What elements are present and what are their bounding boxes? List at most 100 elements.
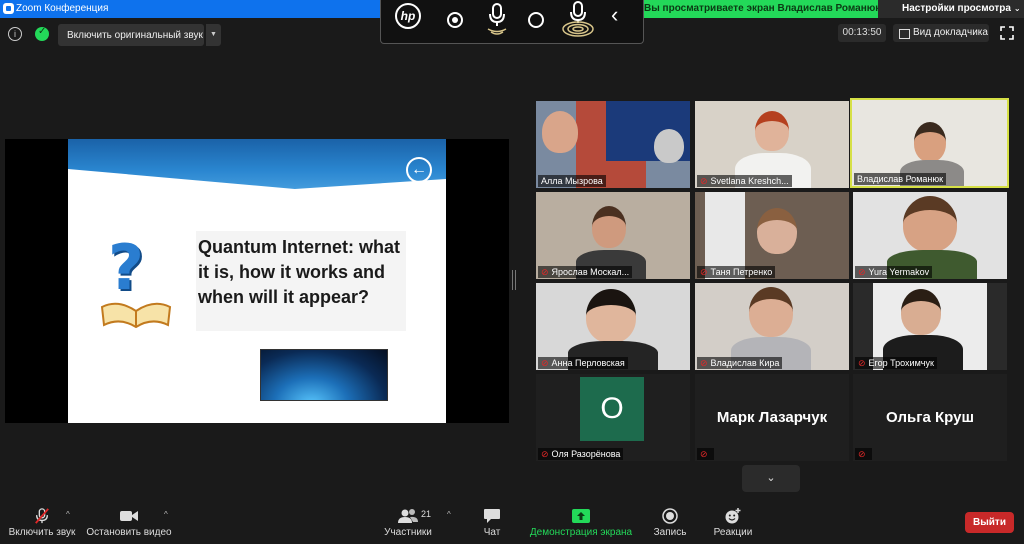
- participants-count: 21: [421, 509, 432, 519]
- participant-display-name: Марк Лазарчук: [716, 409, 828, 426]
- participant-tile[interactable]: Марк Лазарчук ⊘: [695, 374, 849, 461]
- participant-tile[interactable]: ⊘ Анна Перловская: [536, 283, 690, 370]
- security-shield-icon[interactable]: [35, 26, 49, 41]
- participant-tile[interactable]: Алла Мызрова: [536, 101, 690, 188]
- fullscreen-icon[interactable]: [1000, 26, 1014, 40]
- speaker-view-button[interactable]: Вид докладчика: [893, 24, 989, 42]
- participant-tile-active[interactable]: Владислав Романюк: [850, 98, 1009, 188]
- question-mark-icon: ?: [108, 231, 144, 304]
- participant-tile[interactable]: ⊘ Ярослав Москал...: [536, 192, 690, 279]
- meeting-timer: 00:13:50: [838, 24, 886, 42]
- person: [654, 129, 684, 163]
- muted-mic-icon: ⊘: [541, 267, 549, 277]
- muted-mic-icon: ⊘: [700, 358, 708, 368]
- chevron-down-icon: ⌄: [1013, 4, 1021, 13]
- meeting-toolbar: Включить звук ^ Остановить видео ^ Участ…: [0, 500, 1024, 544]
- leave-meeting-button[interactable]: Выйти: [965, 512, 1014, 533]
- muted-mic-icon: ⊘: [541, 358, 549, 368]
- share-screen-label: Демонстрация экрана: [529, 527, 633, 538]
- chat-button[interactable]: Чат: [474, 500, 510, 544]
- hp-logo: hp: [395, 3, 421, 29]
- record-icon: [662, 508, 678, 524]
- participant-name: ⊘ Yura Yermakov: [855, 266, 933, 278]
- stop-video-button[interactable]: Остановить видео ^: [84, 500, 174, 544]
- muted-mic-icon: ⊘: [541, 449, 549, 459]
- view-options-label: Настройки просмотра: [902, 3, 1011, 14]
- participants-button[interactable]: Участники 21: [380, 500, 436, 544]
- muted-mic-icon: ⊘: [858, 267, 866, 277]
- view-options-button[interactable]: Настройки просмотра ⌄: [878, 0, 1024, 18]
- participant-tile[interactable]: О ⊘ Оля Разорёнова: [536, 374, 690, 461]
- participant-name: ⊘ Анна Перловская: [538, 357, 628, 369]
- participant-tile[interactable]: ⊘ Svetlana Kreshch...: [695, 101, 849, 188]
- shared-screen: ← ? Quantum Internet: what it is, how it…: [5, 139, 509, 423]
- split-divider-handle[interactable]: [512, 270, 516, 290]
- hp-camera-toolbar: hp ‹: [380, 0, 644, 44]
- person: [749, 287, 793, 337]
- participant-name: ⊘: [697, 448, 714, 460]
- window-title: Zoom Конференция: [16, 3, 109, 14]
- participant-name: ⊘ Егор Трохимчук: [855, 357, 937, 369]
- participant-name: ⊘ Таня Петренко: [697, 266, 776, 278]
- circle-icon[interactable]: [528, 12, 544, 28]
- original-sound-dropdown[interactable]: ▼: [205, 24, 221, 46]
- participant-name: ⊘ Svetlana Kreshch...: [697, 175, 792, 187]
- record-label: Запись: [653, 527, 687, 538]
- earth-network-image: [260, 349, 388, 401]
- share-screen-icon: [572, 509, 590, 523]
- participant-name: ⊘ Владислав Кира: [697, 357, 783, 369]
- participant-name: ⊘: [855, 448, 872, 460]
- record-dot-icon[interactable]: [447, 12, 463, 28]
- microphone-array-icon[interactable]: [561, 0, 595, 38]
- participant-name: ⊘ Ярослав Москал...: [538, 266, 633, 278]
- participant-name: Алла Мызрова: [538, 175, 606, 187]
- participant-tile[interactable]: ⊘ Егор Трохимчук: [853, 283, 1007, 370]
- slide-back-arrow-icon: ←: [406, 157, 432, 183]
- stop-video-label: Остановить видео: [86, 527, 172, 538]
- record-button[interactable]: Запись: [650, 500, 690, 544]
- participant-name: ⊘ Оля Разорёнова: [538, 448, 624, 460]
- chevron-up-icon[interactable]: ^: [66, 510, 70, 519]
- person: [592, 206, 626, 248]
- reactions-label: Реакции: [713, 527, 753, 538]
- muted-mic-icon: ⊘: [700, 449, 708, 459]
- unmute-button[interactable]: Включить звук ^: [4, 500, 80, 544]
- muted-mic-icon: ⊘: [858, 358, 866, 368]
- participant-tile[interactable]: ⊘ Yura Yermakov: [853, 192, 1007, 279]
- smiley-plus-icon: [725, 508, 741, 524]
- chevron-up-icon[interactable]: ^: [164, 510, 168, 519]
- participant-tile[interactable]: Ольга Круш ⊘: [853, 374, 1007, 461]
- person: [586, 289, 636, 343]
- zoom-logo-icon: [3, 3, 14, 14]
- muted-mic-icon: ⊘: [858, 449, 866, 459]
- participant-tile[interactable]: ⊘ Таня Петренко: [695, 192, 849, 279]
- share-screen-button[interactable]: Демонстрация экрана: [528, 500, 634, 544]
- muted-microphone-icon: [35, 508, 49, 524]
- screen-share-banner: Вы просматриваете экран Владислав Романю…: [640, 0, 878, 18]
- person: [901, 289, 941, 335]
- chevron-up-icon[interactable]: ^: [447, 510, 451, 519]
- meeting-info-icon[interactable]: i: [8, 27, 22, 41]
- muted-mic-icon: ⊘: [700, 176, 708, 186]
- participant-name: Владислав Романюк: [854, 173, 947, 185]
- person: [914, 122, 946, 162]
- person: [755, 111, 789, 151]
- unmute-label: Включить звук: [8, 527, 76, 538]
- reactions-button[interactable]: Реакции: [710, 500, 756, 544]
- presentation-slide: ← ? Quantum Internet: what it is, how it…: [68, 139, 446, 423]
- participants-label: Участники: [384, 527, 432, 538]
- chevron-left-icon[interactable]: ‹: [611, 2, 618, 28]
- participant-display-name: Ольга Круш: [886, 409, 974, 426]
- gallery-scroll-down-button[interactable]: ⌄: [742, 465, 800, 492]
- slide-title: Quantum Internet: what it is, how it wor…: [196, 231, 406, 331]
- avatar: О: [580, 377, 644, 441]
- participant-tile[interactable]: ⊘ Владислав Кира: [695, 283, 849, 370]
- chat-bubble-icon: [484, 509, 500, 523]
- person: [903, 196, 957, 252]
- open-book-icon: [100, 302, 172, 329]
- original-sound-button[interactable]: Включить оригинальный звук: [58, 24, 204, 46]
- person: [757, 208, 797, 254]
- microphone-icon[interactable]: [484, 2, 510, 36]
- muted-mic-icon: ⊘: [700, 267, 708, 277]
- chat-label: Чат: [483, 527, 501, 538]
